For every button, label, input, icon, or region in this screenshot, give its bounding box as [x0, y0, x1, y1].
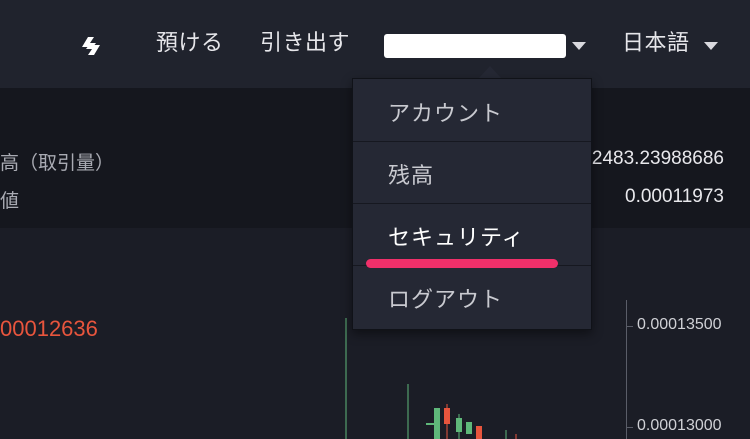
menu-item-label: セキュリティ — [388, 226, 525, 251]
menu-item-balance[interactable]: 残高 — [353, 141, 591, 204]
menu-item-label: ログアウト — [388, 288, 504, 313]
price-axis — [626, 300, 627, 439]
language-selector[interactable]: 日本語 — [622, 30, 690, 58]
menu-item-label: アカウント — [388, 102, 504, 127]
dropdown-pointer — [479, 66, 501, 78]
top-nav-bar: 預ける 引き出す 日本語 — [0, 0, 750, 88]
caret-down-icon[interactable] — [572, 42, 586, 50]
sync-icon[interactable] — [76, 31, 106, 61]
y-tick-label: 0.00013000 — [637, 417, 722, 434]
menu-item-account[interactable]: アカウント — [353, 79, 591, 142]
account-dropdown-menu: アカウント 残高 セキュリティ ログアウト — [352, 78, 592, 330]
candle-body — [466, 422, 472, 434]
candle-body — [476, 426, 482, 439]
account-menu-button[interactable] — [384, 34, 566, 58]
last-price: 00012636 — [0, 316, 98, 341]
caret-down-icon[interactable] — [704, 42, 718, 50]
price-value: 0.00011973 — [625, 186, 724, 207]
volume-label: 高（取引量） — [0, 152, 115, 174]
deposit-link[interactable]: 預ける — [156, 30, 224, 58]
y-tick-label: 0.00013500 — [637, 316, 722, 333]
security-highlight-underline — [366, 259, 558, 268]
exchange-page: 預ける 引き出す 日本語 高（取引量） 2483.23988686 値 0.00… — [0, 0, 750, 439]
volume-value: 2483.23988686 — [591, 148, 724, 169]
menu-item-security[interactable]: セキュリティ — [353, 203, 591, 266]
candle-body — [434, 408, 440, 439]
menu-item-label: 残高 — [388, 164, 435, 189]
withdraw-link[interactable]: 引き出す — [260, 30, 350, 58]
menu-item-logout[interactable]: ログアウト — [353, 265, 591, 327]
y-tick-mark — [626, 427, 633, 428]
price-label: 値 — [0, 190, 20, 212]
y-tick-mark — [626, 326, 633, 327]
